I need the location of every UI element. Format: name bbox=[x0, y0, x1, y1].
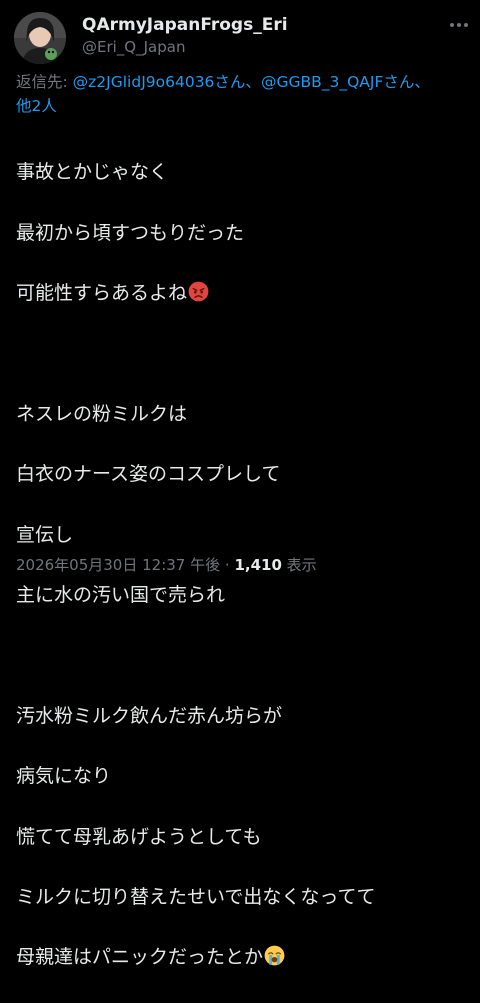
body-line: 主に水の汚い国で売られ bbox=[16, 583, 226, 606]
body-line: 事故とかじゃなく bbox=[16, 161, 169, 184]
loudly-crying-face-emoji-icon bbox=[264, 945, 285, 966]
tweet-meta: 2026年05月30日 12:37 午後 · 1,410 表示 bbox=[16, 554, 317, 575]
dot-icon bbox=[464, 23, 468, 27]
avatar[interactable] bbox=[14, 12, 66, 64]
body-line-text: 母親達はパニックだったとか bbox=[16, 946, 264, 969]
angry-face-emoji-icon bbox=[188, 281, 209, 302]
body-line: 母親達はパニックだったとか bbox=[16, 942, 472, 972]
dot-icon bbox=[450, 23, 454, 27]
timestamp-link[interactable]: 2026年05月30日 12:37 午後 bbox=[16, 556, 220, 574]
body-line: ネスレの粉ミルクは bbox=[16, 402, 188, 425]
mention-separator: 、 bbox=[245, 73, 261, 91]
body-line-text: 可能性すらあるよね bbox=[16, 281, 188, 304]
mention-separator: 、 bbox=[414, 73, 430, 91]
mention-link[interactable]: @z2JGlidJ9o64036さん bbox=[73, 73, 246, 91]
meta-separator: · bbox=[220, 556, 235, 574]
body-line bbox=[16, 338, 472, 368]
others-link[interactable]: 他2人 bbox=[16, 97, 57, 115]
body-line: 慌てて母乳あげようとしても bbox=[16, 825, 262, 848]
more-options-button[interactable] bbox=[448, 14, 470, 36]
views-label: 表示 bbox=[281, 556, 317, 574]
body-line: 可能性すらあるよね bbox=[16, 278, 472, 308]
body-line bbox=[16, 640, 472, 670]
body-line: 白衣のナース姿のコスプレして bbox=[16, 463, 281, 486]
display-name[interactable]: QArmyJapanFrogs_Eri bbox=[82, 15, 288, 35]
body-line: ミルクに切り替えたせいで出なくなってて bbox=[16, 885, 376, 908]
reply-to-line: 返信先: @z2JGlidJ9o64036さん、@GGBB_3_QAJFさん、他… bbox=[16, 70, 472, 118]
mention-link[interactable]: @GGBB_3_QAJFさん bbox=[261, 73, 414, 91]
views-count: 1,410 bbox=[234, 556, 282, 574]
reply-prefix: 返信先: bbox=[16, 73, 73, 91]
tweet: QArmyJapanFrogs_Eri @Eri_Q_Japan 返信先: @z… bbox=[0, 0, 480, 968]
body-line: 病気になり bbox=[16, 765, 112, 788]
body-line: 宣伝し bbox=[16, 523, 74, 546]
body-line: 汚水粉ミルク飲んだ赤ん坊らが bbox=[16, 704, 283, 727]
user-handle[interactable]: @Eri_Q_Japan bbox=[82, 38, 185, 56]
body-line: 最初から頃すつもりだった bbox=[16, 221, 245, 244]
dot-icon bbox=[457, 23, 461, 27]
